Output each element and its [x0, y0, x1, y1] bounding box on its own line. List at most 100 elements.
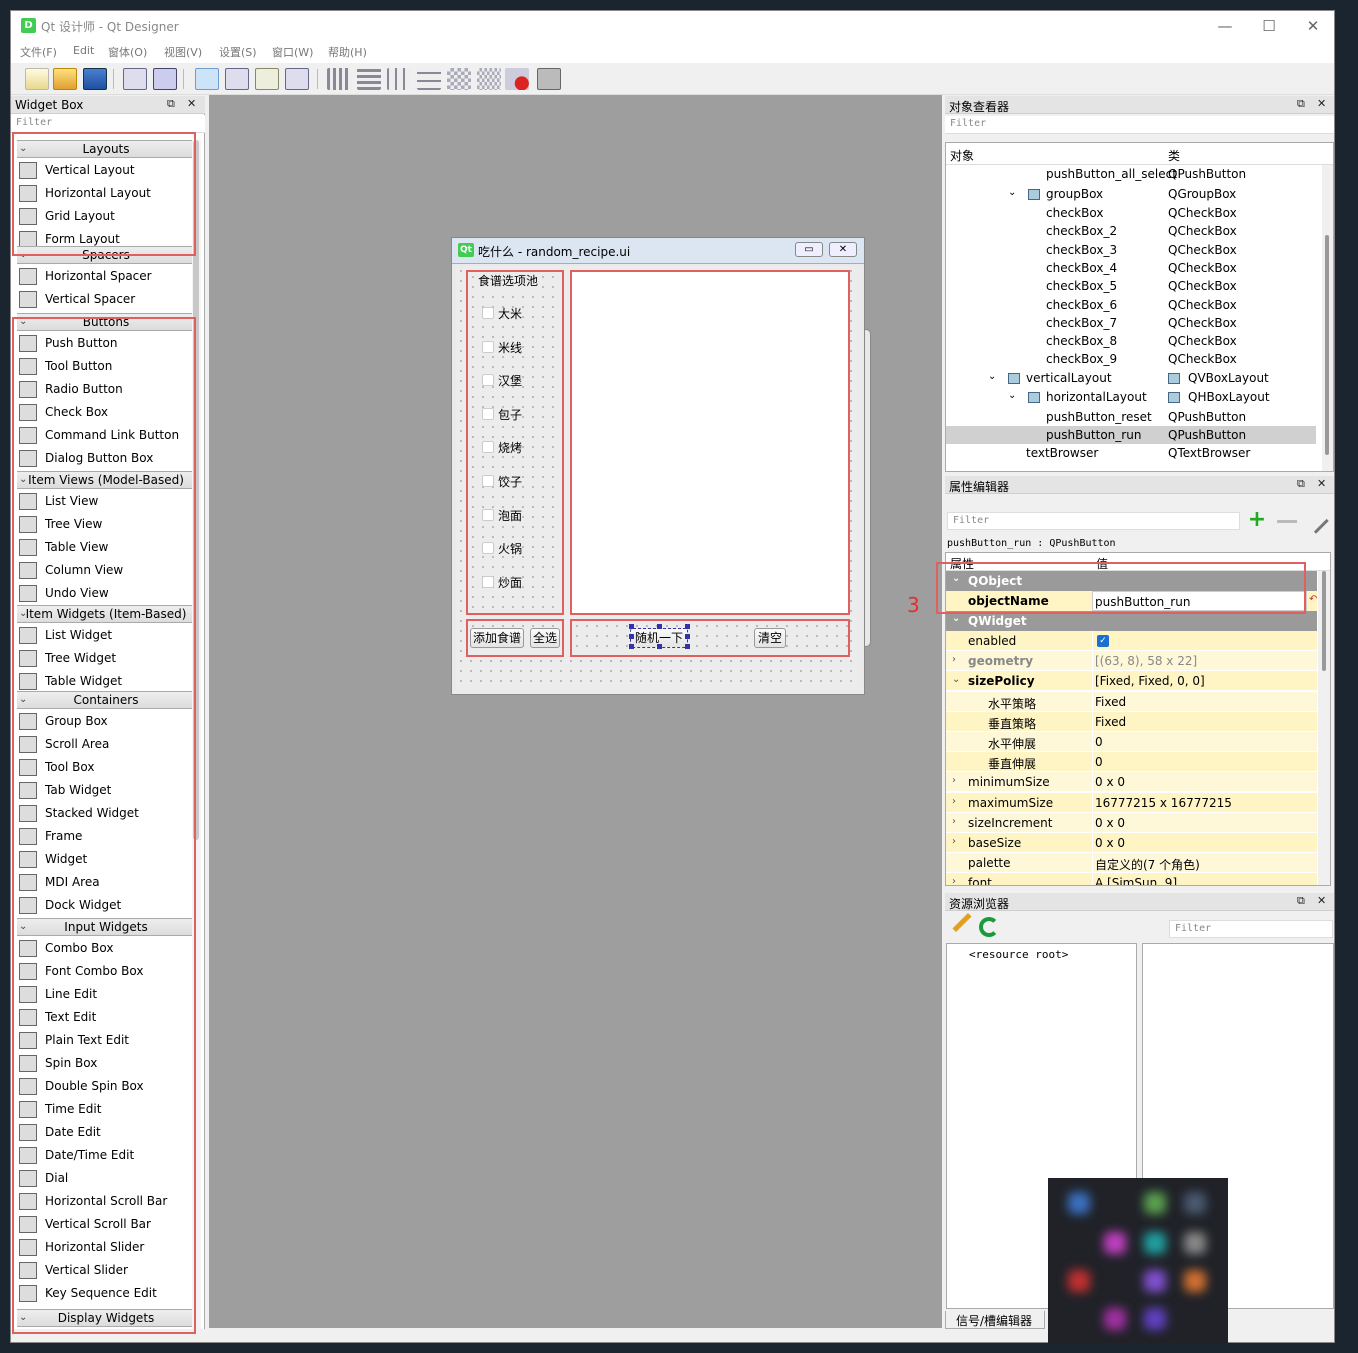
tile-windows-icon[interactable] — [153, 68, 177, 90]
checkbox-checked-icon[interactable]: ✓ — [1097, 635, 1109, 647]
reload-icon[interactable] — [979, 917, 999, 937]
edit-buddies-icon[interactable] — [255, 68, 279, 90]
lay-out-vertically-icon[interactable] — [357, 68, 381, 90]
float-dock-icon[interactable]: ⧉ — [1297, 477, 1305, 491]
adjust-size-icon[interactable] — [537, 68, 561, 90]
property-row-palette[interactable]: palette 自定义的(7 个角色) — [946, 853, 1317, 874]
property-row-sub-4[interactable]: 垂直策略 Fixed — [946, 711, 1317, 732]
object-column-header[interactable]: 对象 — [950, 147, 974, 164]
close-dock-icon[interactable]: ✕ — [1317, 894, 1326, 907]
close-dock-icon[interactable]: ✕ — [187, 97, 196, 110]
checkbox-3[interactable] — [482, 374, 494, 387]
float-dock-icon[interactable]: ⧉ — [167, 97, 175, 111]
checkbox-8[interactable] — [482, 542, 494, 555]
property-value[interactable]: ✓ — [1092, 631, 1317, 651]
property-value[interactable]: Fixed — [1092, 711, 1317, 732]
form-minimize-button[interactable]: ▭ — [795, 242, 823, 257]
menu-item[interactable]: 文件(F) — [20, 44, 57, 60]
edit-resources-pencil-icon[interactable] — [952, 912, 972, 933]
object-row-groupbox[interactable]: ⌄ groupBox QGroupBox — [946, 185, 1316, 203]
resource-filter-input[interactable]: Filter — [1169, 920, 1333, 938]
property-value[interactable]: A [SimSun, 9] — [1092, 873, 1317, 885]
property-value[interactable]: 16777215 x 16777215 — [1092, 792, 1317, 813]
reset-property-icon[interactable]: ↶ — [1309, 594, 1317, 605]
selection-handle[interactable] — [657, 624, 662, 629]
checkbox-5[interactable] — [482, 441, 494, 454]
minimize-button[interactable]: — — [1203, 14, 1247, 38]
property-filter-input[interactable]: Filter — [947, 512, 1240, 530]
expand-arrow-icon[interactable]: ⌄ — [988, 371, 996, 382]
form-close-button[interactable]: ✕ — [829, 242, 857, 257]
grid-layout-icon[interactable] — [447, 68, 471, 90]
open-folder-icon[interactable] — [53, 68, 77, 90]
property-value[interactable]: Fixed — [1092, 691, 1317, 712]
object-row-checkbox-8[interactable]: checkBox_8 QCheckBox — [946, 332, 1316, 350]
save-icon[interactable] — [83, 68, 107, 90]
selection-handle[interactable] — [685, 644, 690, 649]
selection-handle[interactable] — [629, 634, 634, 639]
menu-item[interactable]: 窗体(O) — [108, 44, 147, 60]
add-dynamic-property-icon[interactable]: + — [1245, 509, 1269, 532]
selection-handle[interactable] — [685, 634, 690, 639]
configure-wrench-icon[interactable] — [1303, 508, 1329, 534]
expand-arrow-icon[interactable]: › — [952, 654, 956, 665]
group-box-recipes[interactable]: 食谱选项池 大米 米线 汉堡 包子 烧烤 饺子 泡面 火锅 炒面 — [466, 270, 564, 615]
signal-slot-editor-tab[interactable]: 信号/槽编辑器 — [945, 1311, 1045, 1329]
close-dock-icon[interactable]: ✕ — [1317, 477, 1326, 490]
property-row-sub-5[interactable]: 水平伸展 0 — [946, 732, 1317, 752]
clear-button[interactable]: 清空 — [754, 628, 786, 648]
selection-handle[interactable] — [629, 624, 634, 629]
property-row-font[interactable]: › font A [SimSun, 9] — [946, 873, 1317, 885]
selection-handle[interactable] — [657, 644, 662, 649]
object-row-checkbox-3[interactable]: checkBox_3 QCheckBox — [946, 241, 1316, 259]
property-row-sub-3[interactable]: 水平策略 Fixed — [946, 691, 1317, 712]
selection-handle[interactable] — [685, 624, 690, 629]
object-row-checkbox-9[interactable]: checkBox_9 QCheckBox — [946, 350, 1316, 368]
property-table-scrollbar[interactable] — [1318, 571, 1330, 885]
property-row-minimumsize[interactable]: › minimumSize 0 x 0 — [946, 772, 1317, 793]
expand-arrow-icon[interactable]: ⌄ — [1008, 390, 1016, 401]
menu-item[interactable]: Edit — [73, 44, 94, 57]
checkbox-9[interactable] — [482, 575, 494, 588]
property-row-geometry[interactable]: › geometry [(63, 8), 58 x 22] — [946, 651, 1317, 672]
lay-out-horizontally-icon[interactable] — [327, 68, 351, 90]
expand-arrow-icon[interactable]: › — [952, 876, 956, 885]
property-row-basesize[interactable]: › baseSize 0 x 0 — [946, 833, 1317, 853]
object-row-horizontallayout[interactable]: ⌄ horizontalLayout QHBoxLayout — [946, 388, 1316, 406]
maximize-button[interactable]: ☐ — [1247, 14, 1291, 38]
widget-item-horizontal-spacer[interactable]: Horizontal Spacer — [17, 265, 195, 288]
expand-arrow-icon[interactable]: › — [952, 816, 956, 827]
selection-handle[interactable] — [629, 644, 634, 649]
expand-arrow-icon[interactable]: › — [952, 775, 956, 786]
checkbox-4[interactable] — [482, 407, 494, 420]
menu-item[interactable]: 设置(S) — [219, 44, 257, 60]
object-row-verticallayout[interactable]: ⌄ verticalLayout QVBoxLayout — [946, 369, 1316, 387]
object-row-checkbox-2[interactable]: checkBox_2 QCheckBox — [946, 222, 1316, 240]
property-value[interactable]: [(63, 8), 58 x 22] — [1092, 651, 1317, 672]
checkbox-2[interactable] — [482, 340, 494, 353]
class-column-header[interactable]: 类 — [1168, 147, 1180, 164]
expand-arrow-icon[interactable]: › — [952, 796, 956, 807]
property-row-sub-6[interactable]: 垂直伸展 0 — [946, 752, 1317, 773]
object-row-checkbox-5[interactable]: checkBox_5 QCheckBox — [946, 277, 1316, 295]
object-row-checkbox[interactable]: checkBox QCheckBox — [946, 204, 1316, 222]
checkbox-6[interactable] — [482, 475, 494, 487]
property-row-sizepolicy[interactable]: ⌄ sizePolicy [Fixed, Fixed, 0, 0] — [946, 671, 1317, 692]
new-file-icon[interactable] — [25, 68, 49, 90]
collapse-arrow-icon[interactable]: ⌄ — [952, 613, 960, 624]
property-row-sizeincrement[interactable]: › sizeIncrement 0 x 0 — [946, 812, 1317, 833]
menu-item[interactable]: 视图(V) — [164, 44, 202, 60]
widget-item-vertical-spacer[interactable]: Vertical Spacer — [17, 288, 195, 311]
remove-property-icon[interactable] — [1277, 520, 1297, 523]
property-row-enabled[interactable]: enabled ✓ — [946, 631, 1317, 651]
add-recipe-button[interactable]: 添加食谱 — [470, 628, 524, 648]
property-table-scrollbar-thumb[interactable] — [1322, 571, 1326, 671]
float-dock-icon[interactable]: ⧉ — [1297, 97, 1305, 111]
menu-item[interactable]: 窗口(W) — [272, 44, 313, 60]
horizontal-splitter-icon[interactable] — [387, 68, 411, 90]
property-value[interactable]: 0 x 0 — [1092, 772, 1317, 793]
object-row-pushbutton-reset[interactable]: pushButton_reset QPushButton — [946, 408, 1316, 426]
vertical-splitter-icon[interactable] — [417, 68, 441, 90]
property-value[interactable]: 0 — [1092, 732, 1317, 752]
text-browser[interactable] — [570, 270, 850, 615]
